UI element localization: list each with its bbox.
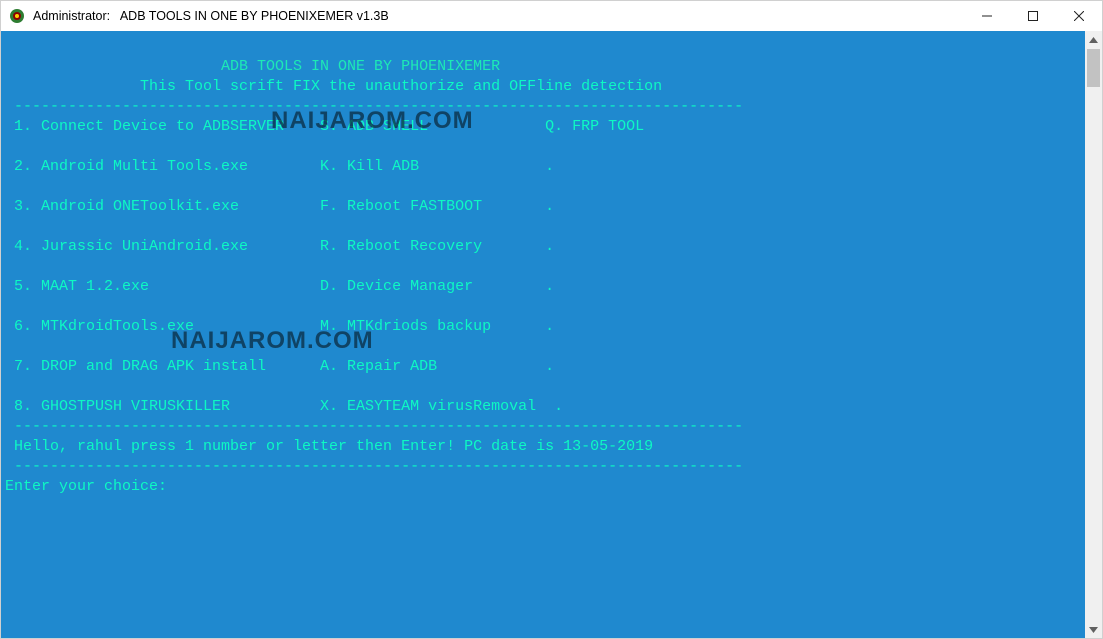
scroll-up-icon[interactable] [1085, 31, 1102, 48]
scroll-down-icon[interactable] [1085, 621, 1102, 638]
menu-row: 6. MTKdroidTools.exe M. MTKdriods backup… [5, 318, 554, 335]
minimize-button[interactable] [964, 1, 1010, 31]
menu-row: 3. Android ONEToolkit.exe F. Reboot FAST… [5, 198, 554, 215]
menu-row: 4. Jurassic UniAndroid.exe R. Reboot Rec… [5, 238, 554, 255]
menu-row: 8. GHOSTPUSH VIRUSKILLER X. EASYTEAM vir… [5, 398, 563, 415]
console-footer: Hello, rahul press 1 number or letter th… [5, 438, 653, 455]
close-button[interactable] [1056, 1, 1102, 31]
titlebar-text: Administrator: ADB TOOLS IN ONE BY PHOEN… [33, 9, 964, 23]
console-header-2: This Tool scrift FIX the unauthorize and… [5, 78, 662, 95]
app-window: Administrator: ADB TOOLS IN ONE BY PHOEN… [0, 0, 1103, 639]
console-wrap: ADB TOOLS IN ONE BY PHOENIXEMER This Too… [1, 31, 1085, 638]
app-icon [9, 8, 25, 24]
input-prompt: Enter your choice: [5, 478, 167, 495]
titlebar[interactable]: Administrator: ADB TOOLS IN ONE BY PHOEN… [1, 1, 1102, 31]
menu-row: 7. DROP and DRAG APK install A. Repair A… [5, 358, 554, 375]
divider: ----------------------------------------… [5, 458, 743, 475]
divider: ----------------------------------------… [5, 98, 743, 115]
divider: ----------------------------------------… [5, 418, 743, 435]
vertical-scrollbar[interactable] [1085, 31, 1102, 638]
menu-row: 2. Android Multi Tools.exe K. Kill ADB . [5, 158, 554, 175]
menu-row: 1. Connect Device to ADBSERVER S. ADB SH… [5, 118, 644, 135]
maximize-button[interactable] [1010, 1, 1056, 31]
console-header-1: ADB TOOLS IN ONE BY PHOENIXEMER [5, 58, 500, 75]
window-controls [964, 1, 1102, 31]
menu-row: 5. MAAT 1.2.exe D. Device Manager . [5, 278, 554, 295]
scroll-thumb[interactable] [1087, 49, 1100, 87]
console[interactable]: ADB TOOLS IN ONE BY PHOENIXEMER This Too… [1, 31, 1085, 638]
client-area: ADB TOOLS IN ONE BY PHOENIXEMER This Too… [1, 31, 1102, 638]
